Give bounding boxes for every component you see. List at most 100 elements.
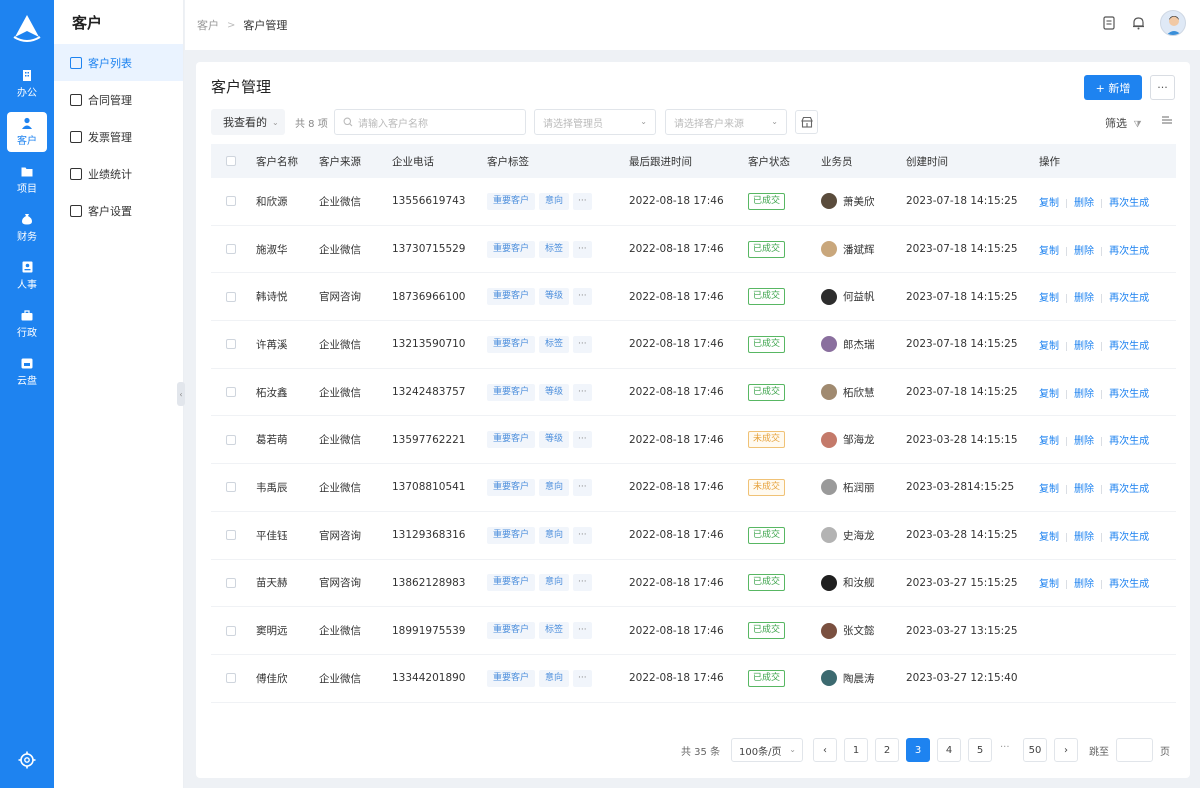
customer-tag[interactable]: 等级 (539, 431, 570, 449)
column-header[interactable]: 企业电话 (392, 154, 487, 169)
page-button[interactable]: 1 (844, 738, 868, 762)
column-header[interactable]: 创建时间 (906, 154, 1039, 169)
delete-link[interactable]: 删除 (1074, 198, 1094, 209)
bell-icon[interactable] (1131, 16, 1145, 30)
customer-tag[interactable]: 重要客户 (487, 240, 536, 258)
customer-name[interactable]: 苗天赫 (256, 575, 319, 590)
copy-link[interactable]: 复制 (1039, 341, 1059, 352)
rail-item-folder[interactable]: 项目 (7, 160, 47, 200)
page-button[interactable]: 5 (968, 738, 992, 762)
submenu-item-3[interactable]: 发票管理 (54, 118, 183, 155)
row-checkbox[interactable] (226, 291, 236, 302)
table-row[interactable]: 施淑华 企业微信 13730715529 重要客户 标签 ··· 2022-08-18 17… (211, 226, 1176, 274)
more-tags-button[interactable]: ··· (573, 335, 592, 353)
column-header[interactable]: 客户状态 (748, 154, 821, 169)
regenerate-link[interactable]: 再次生成 (1109, 532, 1149, 543)
customer-tag[interactable]: 重要客户 (487, 478, 536, 496)
page-button[interactable]: 4 (937, 738, 961, 762)
delete-link[interactable]: 删除 (1074, 246, 1094, 257)
more-tags-button[interactable]: ··· (573, 622, 592, 640)
select-all-checkbox[interactable] (226, 156, 236, 166)
customer-tag[interactable]: 重要客户 (487, 574, 536, 592)
filter-button[interactable]: 筛选 ⧩ (1105, 115, 1142, 131)
customer-tag[interactable]: 重要客户 (487, 431, 536, 449)
row-checkbox[interactable] (226, 625, 236, 636)
table-row[interactable]: 韩诗悦 官网咨询 18736966100 重要客户 等级 ··· 2022-08-18 17… (211, 273, 1176, 322)
submenu-item-5[interactable]: 客户设置 (54, 192, 183, 229)
regenerate-link[interactable]: 再次生成 (1109, 389, 1149, 400)
source-select[interactable]: 请选择客户来源 ⌄ (665, 109, 787, 135)
customer-tag[interactable]: 标签 (539, 335, 570, 353)
column-settings-icon[interactable] (1161, 114, 1175, 128)
more-tags-button[interactable]: ··· (573, 526, 592, 544)
table-row[interactable]: 许苒溪 企业微信 13213590710 重要客户 标签 ··· 2022-08-18 17… (211, 321, 1176, 369)
regenerate-link[interactable]: 再次生成 (1109, 484, 1149, 495)
column-header[interactable]: 最后跟进时间 (629, 154, 748, 169)
breadcrumb-root[interactable]: 客户 (197, 17, 219, 33)
table-row[interactable]: 柘汝鑫 企业微信 13242483757 重要客户 等级 ··· 2022-08-18 17… (211, 369, 1176, 417)
row-checkbox[interactable] (226, 387, 236, 398)
regenerate-link[interactable]: 再次生成 (1109, 198, 1149, 209)
regenerate-link[interactable]: 再次生成 (1109, 293, 1149, 304)
customer-tag[interactable]: 意向 (539, 669, 570, 687)
jump-page-input[interactable] (1116, 738, 1153, 762)
customer-name[interactable]: 韦禹辰 (256, 480, 319, 495)
more-tags-button[interactable]: ··· (573, 669, 592, 687)
collapse-sidebar-handle[interactable]: ‹ (177, 382, 185, 406)
rail-item-building[interactable]: 办公 (7, 64, 47, 104)
view-scope-dropdown[interactable]: 我查看的 ⌄ (211, 109, 285, 135)
copy-link[interactable]: 复制 (1039, 484, 1059, 495)
page-button-last[interactable]: 50 (1023, 738, 1047, 762)
rail-item-money-bag[interactable]: 财务 (7, 208, 47, 248)
copy-link[interactable]: 复制 (1039, 579, 1059, 590)
more-actions-button[interactable]: ··· (1150, 75, 1175, 100)
customer-tag[interactable]: 意向 (539, 574, 570, 592)
more-tags-button[interactable]: ··· (573, 478, 592, 496)
copy-link[interactable]: 复制 (1039, 532, 1059, 543)
manager-select[interactable]: 请选择管理员 ⌄ (534, 109, 656, 135)
copy-link[interactable]: 复制 (1039, 246, 1059, 257)
submenu-item-4[interactable]: 业绩统计 (54, 155, 183, 192)
user-avatar[interactable] (1160, 10, 1186, 36)
copy-link[interactable]: 复制 (1039, 436, 1059, 447)
row-checkbox[interactable] (226, 673, 236, 684)
row-checkbox[interactable] (226, 196, 236, 207)
customer-tag[interactable]: 意向 (539, 526, 570, 544)
table-row[interactable]: 苗天赫 官网咨询 13862128983 重要客户 意向 ··· 2022-08-18 17… (211, 560, 1176, 608)
customer-name[interactable]: 平佳钰 (256, 528, 319, 543)
app-logo[interactable] (0, 0, 54, 56)
next-page-button[interactable]: › (1054, 738, 1078, 762)
copy-link[interactable]: 复制 (1039, 389, 1059, 400)
more-tags-button[interactable]: ··· (573, 240, 592, 258)
customer-name[interactable]: 葛若萌 (256, 432, 319, 447)
more-tags-button[interactable]: ··· (573, 383, 592, 401)
customer-name[interactable]: 柘汝鑫 (256, 385, 319, 400)
prev-page-button[interactable]: ‹ (813, 738, 837, 762)
customer-tag[interactable]: 重要客户 (487, 335, 536, 353)
page-size-select[interactable]: 100条/页 ⌄ (731, 738, 803, 762)
submenu-item-1[interactable]: 客户列表 (54, 44, 183, 81)
column-header[interactable]: 业务员 (821, 154, 906, 169)
customer-tag[interactable]: 标签 (539, 622, 570, 640)
customer-tag[interactable]: 等级 (539, 383, 570, 401)
table-row[interactable]: 窦明远 企业微信 18991975539 重要客户 标签 ··· 2022-08-18 17… (211, 607, 1176, 655)
table-row[interactable]: 傅佳欣 企业微信 13344201890 重要客户 意向 ··· 2022-08-18 17… (211, 655, 1176, 703)
customer-tag[interactable]: 意向 (539, 192, 570, 210)
column-header[interactable]: 客户名称 (256, 154, 319, 169)
rail-item-id-card[interactable]: 人事 (7, 256, 47, 296)
regenerate-link[interactable]: 再次生成 (1109, 341, 1149, 352)
table-row[interactable]: 韦禹辰 企业微信 13708810541 重要客户 意向 ··· 2022-08-18 17… (211, 464, 1176, 512)
regenerate-link[interactable]: 再次生成 (1109, 246, 1149, 257)
customer-tag[interactable]: 重要客户 (487, 288, 536, 306)
row-checkbox[interactable] (226, 339, 236, 350)
customer-name[interactable]: 韩诗悦 (256, 289, 319, 304)
customer-tag[interactable]: 重要客户 (487, 383, 536, 401)
row-checkbox[interactable] (226, 244, 236, 255)
page-button[interactable]: 2 (875, 738, 899, 762)
regenerate-link[interactable]: 再次生成 (1109, 579, 1149, 590)
table-row[interactable]: 葛若萌 企业微信 13597762221 重要客户 等级 ··· 2022-08-18 17… (211, 416, 1176, 465)
customer-tag[interactable]: 重要客户 (487, 192, 536, 210)
customer-search-input[interactable]: 请输入客户名称 (334, 109, 526, 135)
delete-link[interactable]: 删除 (1074, 293, 1094, 304)
row-checkbox[interactable] (226, 577, 236, 588)
